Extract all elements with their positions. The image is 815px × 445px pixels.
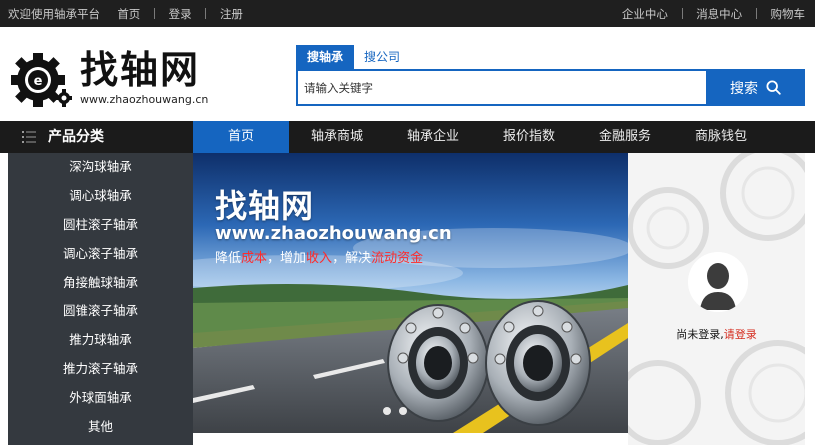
search-button-label: 搜索 — [730, 79, 758, 96]
sidebar-item-other[interactable]: 其他 — [8, 413, 193, 442]
sidebar-item-cylindrical-roller[interactable]: 圆柱滚子轴承 — [8, 211, 193, 240]
site-url: www.zhaozhouwang.cn — [80, 93, 209, 106]
slogan-part: 降低 — [215, 251, 242, 266]
cart-link[interactable]: 购物车 — [771, 7, 806, 21]
search-box — [296, 69, 706, 106]
sidebar-item-deep-groove-ball[interactable]: 深沟球轴承 — [8, 153, 193, 182]
login-prompt: 尚未登录,请登录 — [628, 326, 805, 342]
divider — [153, 8, 155, 19]
category-sidebar: 深沟球轴承 调心球轴承 圆柱滚子轴承 调心滚子轴承 角接触球轴承 圆锥滚子轴承 … — [8, 153, 193, 445]
top-bar: 欢迎使用轴承平台 首页 登录 注册 企业中心 消息中心 购物车 — [0, 0, 815, 27]
main-nav: 产品分类 首页 轴承商城 轴承企业 报价指数 金融服务 商脉钱包 — [0, 121, 815, 153]
slogan-highlight: 收入 — [306, 251, 333, 266]
nav-item-bearing-companies[interactable]: 轴承企业 — [385, 121, 481, 153]
site-logo-text[interactable]: 找轴网 — [80, 48, 200, 92]
slogan-part: ，增加 — [267, 251, 307, 266]
sidebar-item-thrust-roller[interactable]: 推力滚子轴承 — [8, 355, 193, 384]
nav-item-home[interactable]: 首页 — [193, 121, 289, 153]
gear-logo-icon[interactable]: e — [8, 48, 72, 112]
slogan-highlight: 成本 — [241, 251, 268, 266]
nav-item-price-index[interactable]: 报价指数 — [481, 121, 577, 153]
carousel-dot[interactable] — [383, 407, 391, 415]
login-status-text: 尚未登录, — [676, 328, 724, 341]
enterprise-center-link[interactable]: 企业中心 — [622, 7, 668, 21]
carousel-dots — [383, 407, 407, 415]
search-button[interactable]: 搜索 — [706, 69, 805, 106]
sidebar-item-self-aligning-ball[interactable]: 调心球轴承 — [8, 182, 193, 211]
user-panel: 尚未登录,请登录 — [628, 153, 805, 445]
register-link[interactable]: 注册 — [220, 7, 243, 21]
divider — [755, 8, 757, 19]
search-icon — [766, 80, 781, 95]
login-link[interactable]: 登录 — [169, 7, 192, 21]
sidebar-item-tapered-roller[interactable]: 圆锥滚子轴承 — [8, 297, 193, 326]
slogan-highlight: 流动资金 — [371, 251, 424, 266]
svg-text:e: e — [34, 74, 43, 89]
top-bar-right: 企业中心 消息中心 购物车 — [622, 6, 805, 22]
menu-list-icon — [22, 131, 36, 143]
sidebar-item-spherical-roller[interactable]: 调心滚子轴承 — [8, 240, 193, 269]
nav-item-bearing-mall[interactable]: 轴承商城 — [289, 121, 385, 153]
home-link[interactable]: 首页 — [117, 7, 140, 21]
user-avatar-icon — [688, 252, 748, 312]
tab-search-bearing[interactable]: 搜轴承 — [296, 45, 354, 69]
please-login-link[interactable]: 请登录 — [724, 328, 757, 341]
sidebar-item-insert-bearing[interactable]: 外球面轴承 — [8, 384, 193, 413]
top-bar-left: 欢迎使用轴承平台 首页 登录 注册 — [8, 6, 243, 22]
message-center-link[interactable]: 消息中心 — [696, 7, 742, 21]
slogan-part: ，解决 — [332, 251, 372, 266]
product-category-label: 产品分类 — [48, 129, 104, 145]
nav-item-wallet[interactable]: 商脉钱包 — [673, 121, 769, 153]
banner-slogan: 降低成本，增加收入，解决流动资金 — [215, 247, 423, 266]
sidebar-item-thrust-ball[interactable]: 推力球轴承 — [8, 326, 193, 355]
divider — [681, 8, 683, 19]
banner-title: 找轴网 — [215, 187, 315, 225]
avatar[interactable] — [688, 252, 748, 312]
nav-items: 首页 轴承商城 轴承企业 报价指数 金融服务 商脉钱包 — [193, 121, 769, 153]
banner-url: www.zhaozhouwang.cn — [215, 223, 452, 244]
divider — [205, 8, 207, 19]
tab-search-company[interactable]: 搜公司 — [362, 45, 402, 69]
carousel-dot[interactable] — [399, 407, 407, 415]
welcome-text: 欢迎使用轴承平台 — [8, 7, 100, 21]
search-input[interactable] — [298, 71, 706, 104]
sidebar-item-angular-contact-ball[interactable]: 角接触球轴承 — [8, 269, 193, 298]
hero-banner[interactable]: 找轴网 www.zhaozhouwang.cn 降低成本，增加收入，解决流动资金 — [193, 153, 628, 433]
nav-item-financial-services[interactable]: 金融服务 — [577, 121, 673, 153]
product-category-header[interactable]: 产品分类 — [0, 121, 193, 153]
